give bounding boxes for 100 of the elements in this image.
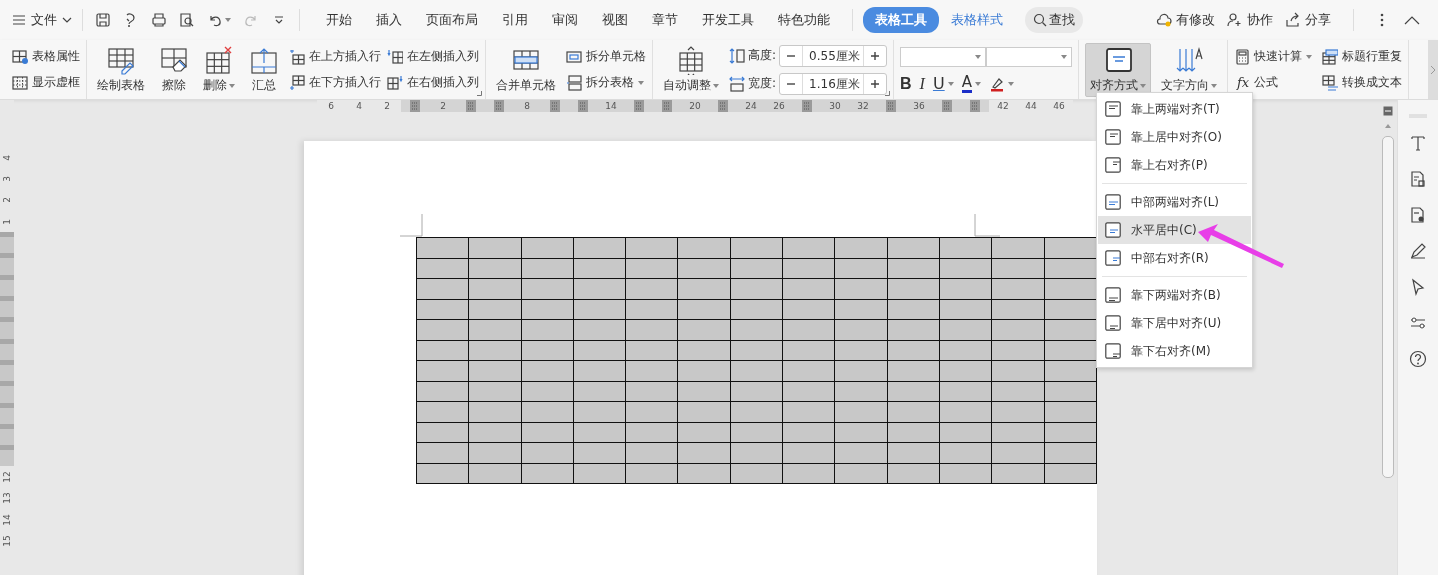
ribbon-button[interactable]: 在上方插入行 (289, 46, 381, 67)
ribbon-button[interactable]: 在左侧插入列 (387, 46, 479, 67)
help-icon (1409, 350, 1427, 368)
ribbon-button[interactable]: 标题行重复 (1322, 46, 1403, 67)
ribbon-button[interactable]: 对齐方式 (1085, 42, 1152, 97)
caret-icon (229, 83, 235, 88)
cursor-icon (1409, 278, 1427, 296)
ribbon-button[interactable]: fx 公式 (1234, 72, 1313, 93)
ribbon-tab[interactable]: 审阅 (540, 7, 590, 33)
alignment-icon (1105, 157, 1121, 173)
ribbon-tab[interactable]: 视图 (590, 7, 640, 33)
ruler-number: 4 (356, 101, 362, 111)
more-icon (1380, 13, 1384, 27)
alignment-icon (1105, 250, 1121, 266)
table-info-icon (12, 48, 28, 65)
ribbon-tab[interactable]: 特色功能 (766, 7, 842, 33)
ribbon-button[interactable]: 拆分单元格 (566, 46, 646, 67)
spinner-field[interactable]: 0.55厘米 (779, 44, 888, 67)
alignment-icon (1105, 222, 1121, 238)
ruler-number: 36 (913, 101, 925, 111)
menu-item[interactable]: 靠上右对齐(P) (1098, 151, 1251, 179)
print-button[interactable] (149, 10, 169, 30)
ruler-number: 30 (829, 101, 841, 111)
header-action-button[interactable]: 分享 (1285, 11, 1331, 29)
ribbon-button[interactable]: 删除 (199, 42, 239, 97)
text-icon (1409, 134, 1427, 152)
ribbon-button[interactable]: 在右侧插入列 (387, 72, 479, 93)
ribbon-button[interactable]: 表格属性 (12, 46, 80, 67)
ribbon-tab[interactable]: 引用 (490, 7, 540, 33)
ribbon-button[interactable]: 显示虚框 (12, 72, 80, 93)
menu-item[interactable]: 中部两端对齐(L) (1098, 188, 1251, 216)
cloud-icon (1156, 12, 1172, 28)
sliders-icon (1409, 314, 1427, 332)
search-button[interactable]: 查找 (1025, 7, 1083, 33)
ribbon-button[interactable]: 绘制表格 (93, 42, 149, 97)
caret-icon (1211, 83, 1218, 88)
print-icon (151, 12, 167, 28)
scroll-up-icon (1385, 124, 1391, 128)
launcher-icon (477, 91, 482, 96)
ribbon-tab[interactable]: 插入 (364, 7, 414, 33)
menu-item[interactable]: 中部右对齐(R) (1098, 244, 1251, 272)
chevron-up-icon (1404, 15, 1420, 25)
minus-icon (787, 54, 796, 57)
caret-icon (1061, 54, 1068, 59)
menu-item[interactable]: 靠下居中对齐(U) (1098, 309, 1251, 337)
help-button[interactable] (1407, 348, 1429, 370)
menu-item[interactable]: 靠上居中对齐(O) (1098, 123, 1251, 151)
header-action-button[interactable]: 有修改 (1156, 11, 1215, 29)
ruler-number: 13 (2, 492, 12, 505)
ruler-number: 15 (2, 535, 12, 547)
ribbon-button[interactable]: 拆分表格 (566, 72, 644, 93)
ribbon-tab[interactable]: 开发工具 (690, 7, 766, 33)
format-button[interactable]: I (919, 74, 925, 93)
field-label: 高度: (748, 47, 777, 64)
ribbon-tab[interactable]: 开始 (314, 7, 364, 33)
ribbon-button[interactable]: 快速计算 (1234, 46, 1313, 67)
ribbon-button[interactable]: 转换成文本 (1322, 72, 1403, 93)
ruler-number: 46 (1053, 101, 1065, 111)
scrollbar-thumb[interactable] (1382, 136, 1394, 478)
ribbon-button[interactable]: 自动调整 (659, 42, 723, 97)
menu-item[interactable]: 靠下右对齐(M) (1098, 337, 1251, 365)
file-menu-button[interactable]: 文件 (12, 11, 72, 29)
plus-icon (871, 79, 880, 88)
ruler-number: 44 (1025, 101, 1037, 111)
ribbon-button[interactable]: 文字方向 (1157, 42, 1222, 97)
ruler-number: 4 (2, 154, 12, 161)
width-icon (729, 75, 745, 92)
table-text-icon (1322, 74, 1339, 91)
header-action-button[interactable]: 协作 (1227, 11, 1273, 29)
ribbon-button[interactable]: 汇总 (245, 42, 283, 97)
ruler-number: 26 (773, 101, 785, 111)
alignment-icon (1105, 343, 1121, 359)
insert-column-icon (387, 74, 403, 91)
ruler-number: 1 (2, 218, 12, 225)
ribbon-button[interactable]: 在下方插入行 (289, 72, 381, 93)
split-view-button[interactable] (1383, 106, 1393, 116)
ruler-number: 42 (997, 101, 1009, 111)
print-preview-icon (179, 12, 195, 28)
split-cells-icon (566, 48, 582, 65)
height-icon (729, 47, 745, 64)
ribbon-tab[interactable]: 章节 (640, 7, 690, 33)
format-button[interactable]: B (900, 74, 912, 93)
format-button[interactable]: U (932, 74, 954, 93)
ribbon-button[interactable]: 擦除 (155, 42, 193, 97)
chevron-down-icon (62, 17, 72, 23)
ruler-number: 8 (524, 101, 530, 111)
menu-item[interactable]: 靠下两端对齐(B) (1098, 281, 1251, 309)
dashed-grid-icon (12, 74, 28, 91)
format-button[interactable]: A (961, 74, 981, 93)
ruler-number: 20 (689, 101, 701, 111)
menu-item[interactable]: 水平居中(C) (1098, 216, 1251, 244)
ribbon-button[interactable]: 合并单元格 (492, 42, 560, 97)
ribbon-tab[interactable]: 表格样式 (939, 7, 1015, 33)
menu-item[interactable]: 靠上两端对齐(T) (1098, 95, 1251, 123)
spinner-field[interactable]: 1.16厘米 (779, 72, 888, 95)
ribbon-tab[interactable]: 页面布局 (414, 7, 490, 33)
save-button[interactable] (93, 10, 113, 30)
caret-icon (1007, 81, 1014, 86)
calculator-icon (1234, 48, 1251, 65)
caret-icon (1140, 83, 1147, 88)
